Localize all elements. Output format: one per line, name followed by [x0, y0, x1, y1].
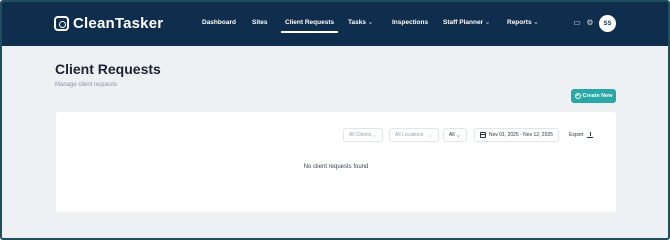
nav-tasks[interactable]: Tasks ⌄ — [348, 19, 373, 26]
export-label: Export — [569, 132, 584, 138]
download-icon — [587, 132, 594, 138]
nav-label: Tasks — [348, 19, 366, 26]
app-name: CleanTasker — [73, 15, 164, 32]
nav-staff-planner[interactable]: Staff Planner ⌄ — [443, 19, 490, 26]
nav-label: Client Requests — [285, 19, 335, 26]
requests-card: All Clients ⌄ All Locations ⌄ All ⌄ Nov … — [56, 112, 616, 212]
create-new-label: Create New — [582, 93, 613, 99]
calendar-icon — [480, 132, 486, 138]
nav-label: Sites — [252, 19, 268, 26]
nav-label: Dashboard — [202, 19, 236, 26]
broom-badge-icon — [54, 16, 69, 31]
chevron-down-icon: ⌄ — [485, 20, 491, 25]
date-range-picker[interactable]: Nov 01, 2025 - Nov 12, 2025 — [474, 128, 559, 142]
nav-label: Inspections — [392, 19, 429, 26]
nav-label: Reports — [507, 19, 532, 26]
clients-select[interactable]: All Clients ⌄ — [343, 128, 383, 142]
date-range-value: Nov 01, 2025 - Nov 12, 2025 — [489, 132, 553, 138]
page-subtitle: Manage client requests — [55, 82, 118, 88]
app-window: CleanTasker Dashboard Sites Client Reque… — [0, 0, 670, 240]
inbox-icon[interactable]: ▭ — [573, 19, 581, 27]
clients-placeholder: All Clients — [349, 132, 372, 138]
nav-sites[interactable]: Sites — [252, 19, 268, 26]
app-logo[interactable]: CleanTasker — [54, 15, 163, 32]
create-new-button[interactable]: + Create New — [571, 89, 616, 103]
top-navbar: CleanTasker Dashboard Sites Client Reque… — [2, 2, 668, 46]
empty-state-message: No client requests found — [303, 164, 369, 170]
gear-icon[interactable]: ⚙ — [586, 19, 594, 27]
export-button[interactable]: Export — [564, 128, 602, 142]
nav-client-requests[interactable]: Client Requests — [280, 19, 339, 33]
chevron-down-icon: ⌄ — [533, 20, 539, 25]
chevron-down-icon: ⌄ — [367, 20, 373, 25]
status-value: All — [449, 132, 455, 138]
plus-circle-icon: + — [574, 93, 581, 99]
locations-placeholder: All Locations — [395, 132, 424, 138]
nav-label: Staff Planner — [443, 19, 484, 26]
nav-reports[interactable]: Reports ⌄ — [507, 19, 539, 26]
chevron-down-icon: ⌄ — [371, 133, 377, 138]
page-title: Client Requests — [55, 61, 161, 77]
chevron-down-icon: ⌄ — [455, 133, 461, 138]
chevron-down-icon: ⌄ — [427, 133, 433, 138]
locations-select[interactable]: All Locations ⌄ — [389, 128, 439, 142]
nav-inspections[interactable]: Inspections — [392, 19, 428, 26]
status-select[interactable]: All ⌄ — [443, 128, 467, 142]
nav-dashboard[interactable]: Dashboard — [202, 19, 236, 26]
avatar[interactable]: SS — [599, 15, 616, 32]
